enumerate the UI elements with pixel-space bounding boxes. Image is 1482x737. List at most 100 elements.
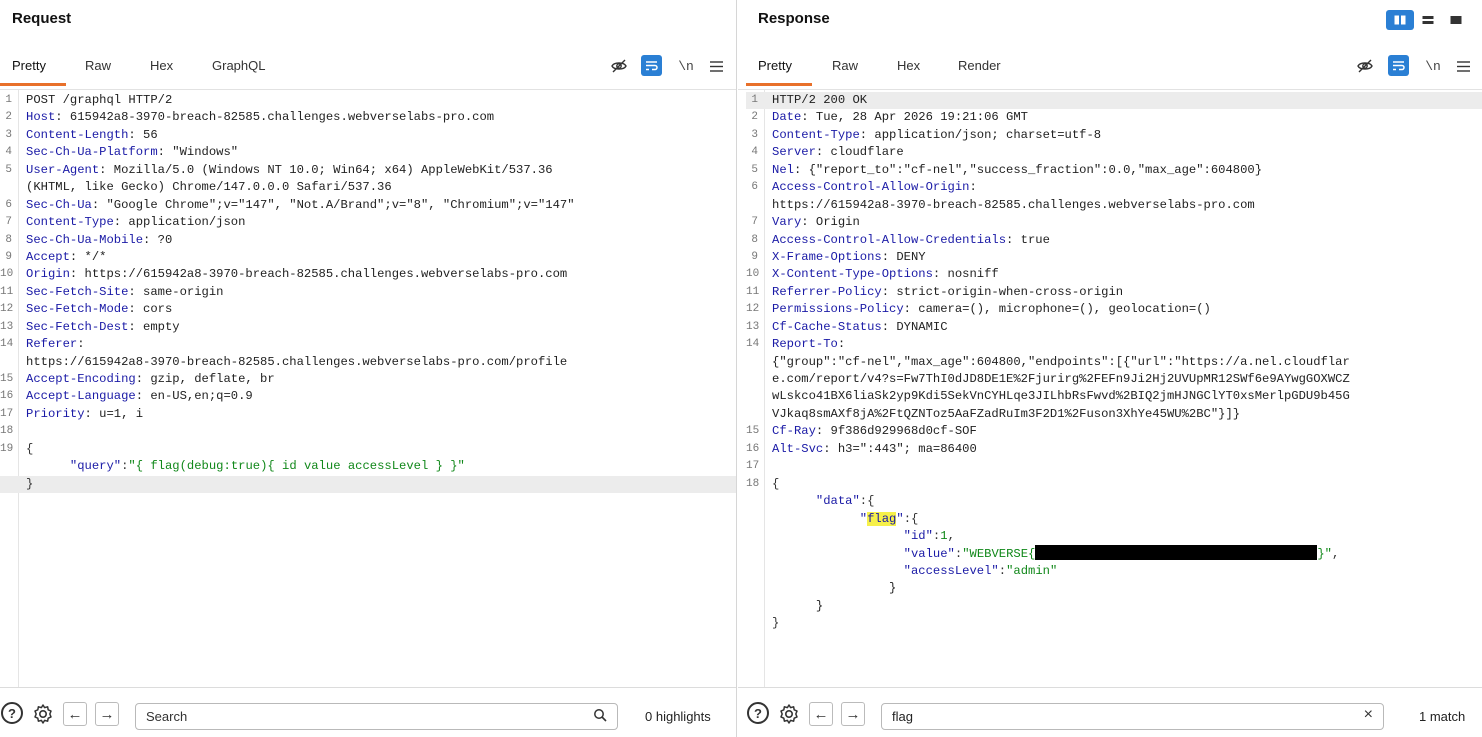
line-number: 5 [5,163,12,176]
code-line[interactable]: 6 Access-Control-Allow-Origin: [746,179,1482,196]
code-line[interactable]: "data":{ [746,493,1482,510]
question-icon[interactable]: ? [747,702,769,724]
split-view-icon[interactable] [1386,10,1414,30]
tab-render[interactable]: Render [958,58,1001,81]
code-line[interactable]: } [0,475,736,494]
code-line[interactable]: 18 { [746,476,1482,493]
previous-match-button[interactable]: ← [809,702,833,726]
code-line[interactable]: https://615942a8-3970-breach-82585.chall… [746,197,1482,214]
code-line[interactable]: 5 User-Agent: Mozilla/5.0 (Windows NT 10.… [0,162,736,179]
code-line[interactable]: {"group":"cf-nel","max_age":604800,"endp… [746,354,1482,371]
code-line[interactable]: 3 Content-Length: 56 [0,127,736,144]
code-line[interactable]: 2 Host: 615942a8-3970-breach-82585.challe… [0,109,736,126]
tab-hex[interactable]: Hex [897,58,920,81]
newline-toggle-icon[interactable]: \n [675,55,697,77]
tab-hex[interactable]: Hex [150,58,173,81]
code-line[interactable]: 6 Sec-Ch-Ua: "Google Chrome";v="147", "No… [0,197,736,214]
code-line[interactable]: 14 Referer: [0,336,736,353]
code-line[interactable]: 15 Cf-Ray: 9f386d929968d0cf-SOF [746,423,1482,440]
word-wrap-icon[interactable] [1388,55,1409,76]
stacked-view-icon[interactable] [1414,10,1442,30]
code-line[interactable]: 8 Sec-Ch-Ua-Mobile: ?0 [0,232,736,249]
code-line[interactable]: } [746,580,1482,597]
tab-raw[interactable]: Raw [85,58,111,81]
code-line[interactable]: "flag":{ [746,511,1482,528]
tab-graphql[interactable]: GraphQL [212,58,265,81]
code-line[interactable]: 1 POST /graphql HTTP/2 [0,92,736,109]
code-line[interactable]: 13 Cf-Cache-Status: DYNAMIC [746,319,1482,336]
request-code[interactable]: 1 POST /graphql HTTP/2 2 Host: 615942a8-397… [0,92,736,494]
code-line[interactable]: 3 Content-Type: application/json; charset… [746,127,1482,144]
line-text: Sec-Fetch-Mode: cors [26,301,172,318]
hamburger-menu-icon[interactable] [1452,55,1474,77]
code-line[interactable]: wLskco41BX6liaSk2yp9Kdi5SekVnCYHLqe3JILh… [746,388,1482,405]
eye-slash-icon[interactable] [608,55,630,77]
line-text: X-Content-Type-Options: nosniff [772,266,999,283]
code-line[interactable]: "value":"WEBVERSE{}", [746,545,1482,562]
single-view-icon[interactable] [1442,10,1470,30]
code-line[interactable]: 12 Sec-Fetch-Mode: cors [0,301,736,318]
response-code[interactable]: 1 HTTP/2 200 OK 2 Date: Tue, 28 Apr 2026 19… [746,92,1482,633]
code-line[interactable]: 7 Content-Type: application/json [0,214,736,231]
line-number: 14 [746,338,760,351]
tab-raw[interactable]: Raw [832,58,858,81]
line-number: 4 [5,146,12,159]
code-line[interactable]: "query":"{ flag(debug:true){ id value ac… [0,458,736,475]
code-line[interactable]: 5 Nel: {"report_to":"cf-nel","success_fra… [746,162,1482,179]
code-line[interactable]: 4 Sec-Ch-Ua-Platform: "Windows" [0,144,736,161]
request-editor[interactable]: 1 POST /graphql HTTP/2 2 Host: 615942a8-397… [0,89,736,687]
line-number: 6 [751,181,758,194]
code-line[interactable]: 7 Vary: Origin [746,214,1482,231]
code-line[interactable]: 10 Origin: https://615942a8-3970-breach-8… [0,266,736,283]
code-line[interactable]: 16 Alt-Svc: h3=":443"; ma=86400 [746,441,1482,458]
text-segment [26,459,70,473]
code-line[interactable]: 19 { [0,441,736,458]
question-icon[interactable]: ? [1,702,23,724]
eye-slash-icon[interactable] [1354,55,1376,77]
code-line[interactable]: 12 Permissions-Policy: camera=(), microph… [746,301,1482,318]
code-line[interactable]: 11 Referrer-Policy: strict-origin-when-cr… [746,284,1482,301]
hamburger-menu-icon[interactable] [705,55,727,77]
code-line[interactable]: 18 [0,423,736,440]
code-line[interactable]: 4 Server: cloudflare [746,144,1482,161]
code-line[interactable]: VJkaq8smAXf8jA%2FtQZNToz5AaFZadRuIm3F2D1… [746,406,1482,423]
response-search-box: × [881,703,1384,730]
gear-icon[interactable] [31,702,55,726]
code-line[interactable]: e.com/report/v4?s=Fw7ThI0dJD8DE1E%2Fjuri… [746,371,1482,388]
code-line[interactable]: 16 Accept-Language: en-US,en;q=0.9 [0,388,736,405]
code-line[interactable]: (KHTML, like Gecko) Chrome/147.0.0.0 Saf… [0,179,736,196]
code-line[interactable]: 13 Sec-Fetch-Dest: empty [0,319,736,336]
code-line[interactable]: 9 Accept: */* [0,249,736,266]
next-match-button[interactable]: → [95,702,119,726]
code-line[interactable]: } [746,615,1482,632]
code-line[interactable]: 14 Report-To: [746,336,1482,353]
code-line[interactable]: 11 Sec-Fetch-Site: same-origin [0,284,736,301]
next-match-button[interactable]: → [841,702,865,726]
code-line[interactable]: 1 HTTP/2 200 OK [746,92,1482,110]
code-line[interactable]: 9 X-Frame-Options: DENY [746,249,1482,266]
code-line[interactable]: 17 [746,458,1482,475]
newline-toggle-icon[interactable]: \n [1422,55,1444,77]
request-search-input[interactable] [146,709,531,724]
code-line[interactable]: 15 Accept-Encoding: gzip, deflate, br [0,371,736,388]
tab-pretty[interactable]: Pretty [758,58,792,81]
header-name: Accept [26,249,70,264]
tab-pretty[interactable]: Pretty [12,58,46,81]
code-line[interactable]: 17 Priority: u=1, i [0,406,736,423]
punctuation: :{ [859,494,875,509]
response-search-input[interactable] [892,709,1293,724]
code-line[interactable]: "accessLevel":"admin" [746,563,1482,580]
clear-search-icon[interactable]: × [1364,706,1373,724]
code-line[interactable]: 10 X-Content-Type-Options: nosniff [746,266,1482,283]
code-line[interactable]: } [746,598,1482,615]
word-wrap-icon[interactable] [641,55,662,76]
response-editor[interactable]: 1 HTTP/2 200 OK 2 Date: Tue, 28 Apr 2026 19… [738,89,1482,687]
code-line[interactable]: https://615942a8-3970-breach-82585.chall… [0,354,736,371]
code-line[interactable]: 8 Access-Control-Allow-Credentials: true [746,232,1482,249]
text-segment: : DENY [881,249,926,264]
gear-icon[interactable] [777,702,801,726]
code-line[interactable]: 2 Date: Tue, 28 Apr 2026 19:21:06 GMT [746,109,1482,126]
line-text: Referer: [26,336,85,353]
previous-match-button[interactable]: ← [63,702,87,726]
code-line[interactable]: "id":1, [746,528,1482,545]
